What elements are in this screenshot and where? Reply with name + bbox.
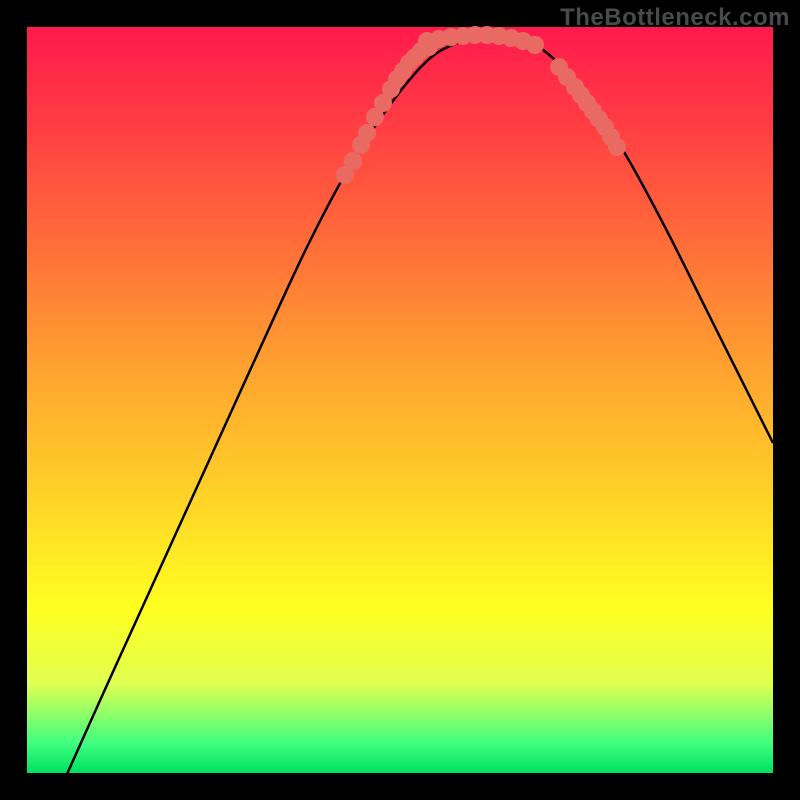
marker-dot	[608, 138, 626, 156]
marker-dot	[526, 36, 544, 54]
marker-cluster-left	[336, 38, 438, 184]
bottleneck-curve	[63, 34, 773, 783]
marker-dot	[344, 152, 362, 170]
marker-dot	[358, 124, 376, 142]
marker-cluster-right	[550, 58, 626, 156]
chart-overlay	[27, 27, 773, 773]
